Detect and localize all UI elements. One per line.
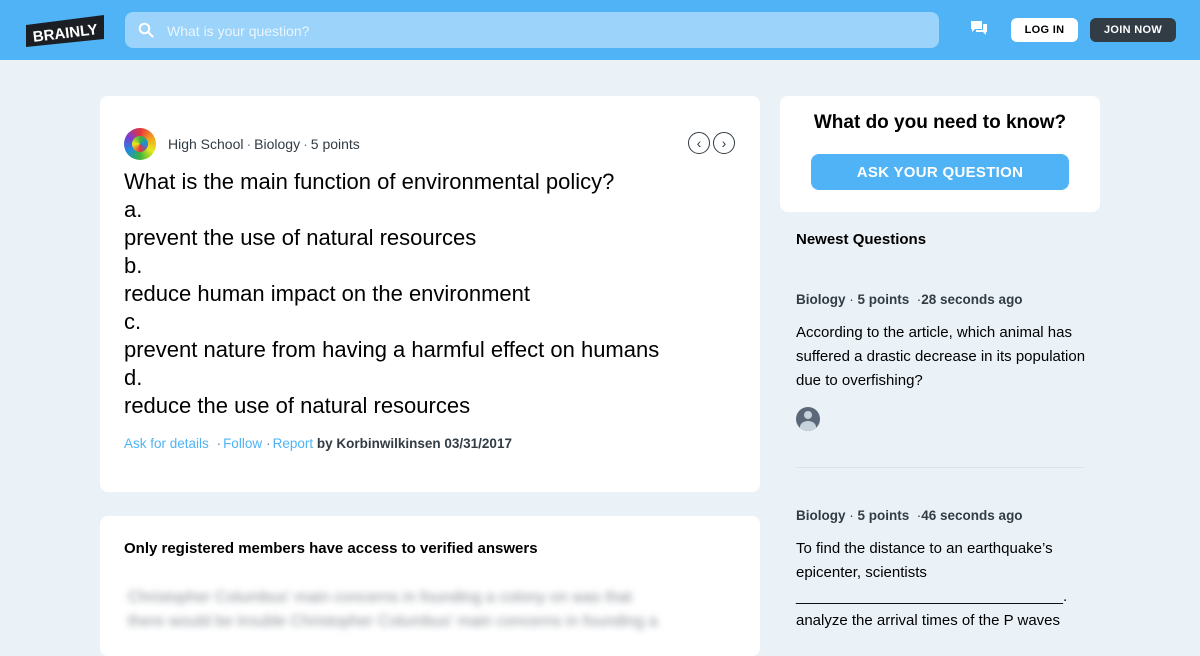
question-line: prevent nature from having a harmful eff… [124,337,660,362]
question-line: What is the main function of environment… [124,169,615,194]
chevron-left-icon: ‹ [696,135,702,151]
brainly-logo[interactable]: BRAINLY [24,13,106,49]
user-avatar[interactable] [796,407,820,431]
newest-question-item[interactable]: Biology · 5 points ·28 seconds ago Accor… [796,292,1086,431]
asker-avatar[interactable] [124,128,156,160]
report-link[interactable]: Report [273,436,314,451]
question-line: prevent the use of natural resources [124,225,477,250]
question-line: reduce human impact on the environment [124,281,531,306]
follow-link[interactable]: Follow [223,436,262,451]
ask-card: What do you need to know? ASK YOUR QUEST… [780,96,1100,212]
question-line: d. [124,365,143,390]
blurred-line: there would be trouble Christopher Colum… [128,613,658,630]
question-line: c. [124,309,142,334]
ask-for-details-link[interactable]: Ask for details [124,436,209,451]
blurred-answer: Christopher Columbus' main concerns in f… [128,586,738,634]
level-link[interactable]: High School [168,136,244,152]
points-label: 5 points [310,136,360,152]
search-icon [138,22,154,38]
question-line: a. [124,197,143,222]
ask-question-button[interactable]: ASK YOUR QUESTION [811,154,1069,190]
newest-questions-title: Newest Questions [796,231,927,248]
time-label: 46 seconds ago [921,508,1023,523]
question-text: What is the main function of environment… [124,168,744,420]
ask-title: What do you need to know? [813,112,1067,133]
question-line: reduce the use of natural resources [124,393,471,418]
question-meta: High School · Biology · 5 points [168,136,360,152]
newest-question-text[interactable]: According to the article, which animal h… [796,321,1086,393]
search-bar[interactable] [125,12,939,50]
newest-question-item[interactable]: Biology · 5 points ·46 seconds ago To fi… [796,508,1086,633]
chevron-right-icon: › [721,135,727,151]
messages-icon[interactable] [970,20,988,38]
answer-card: Only registered members have access to v… [100,516,760,656]
newest-question-meta: Biology · 5 points ·46 seconds ago [796,508,1023,523]
subject-link[interactable]: Biology [796,508,846,523]
question-card: High School · Biology · 5 points ‹ › What is… [100,96,760,492]
divider [796,467,1084,468]
prev-question-button[interactable]: ‹ [688,132,710,154]
question-actions: Ask for details · Follow · Report by Korbin… [124,436,512,451]
login-button[interactable]: LOG IN [1011,18,1078,42]
search-input[interactable] [165,12,929,50]
time-label: 28 seconds ago [921,292,1023,307]
question-line: b. [124,253,143,278]
points-label: 5 points [857,508,910,523]
subject-link[interactable]: Biology [796,292,846,307]
blurred-line: Christopher Columbus' main concerns in f… [128,589,632,606]
top-bar: BRAINLY LOG IN JOIN NOW [0,0,1200,60]
next-question-button[interactable]: › [713,132,735,154]
newest-question-meta: Biology · 5 points ·28 seconds ago [796,292,1023,307]
points-label: 5 points [857,292,910,307]
join-now-button[interactable]: JOIN NOW [1090,18,1176,42]
registered-members-notice: Only registered members have access to v… [124,540,538,557]
subject-link[interactable]: Biology [254,136,300,152]
author-info[interactable]: by Korbinwilkinsen 03/31/2017 [317,436,512,451]
newest-question-text[interactable]: To find the distance to an earthquake’s … [796,537,1086,633]
